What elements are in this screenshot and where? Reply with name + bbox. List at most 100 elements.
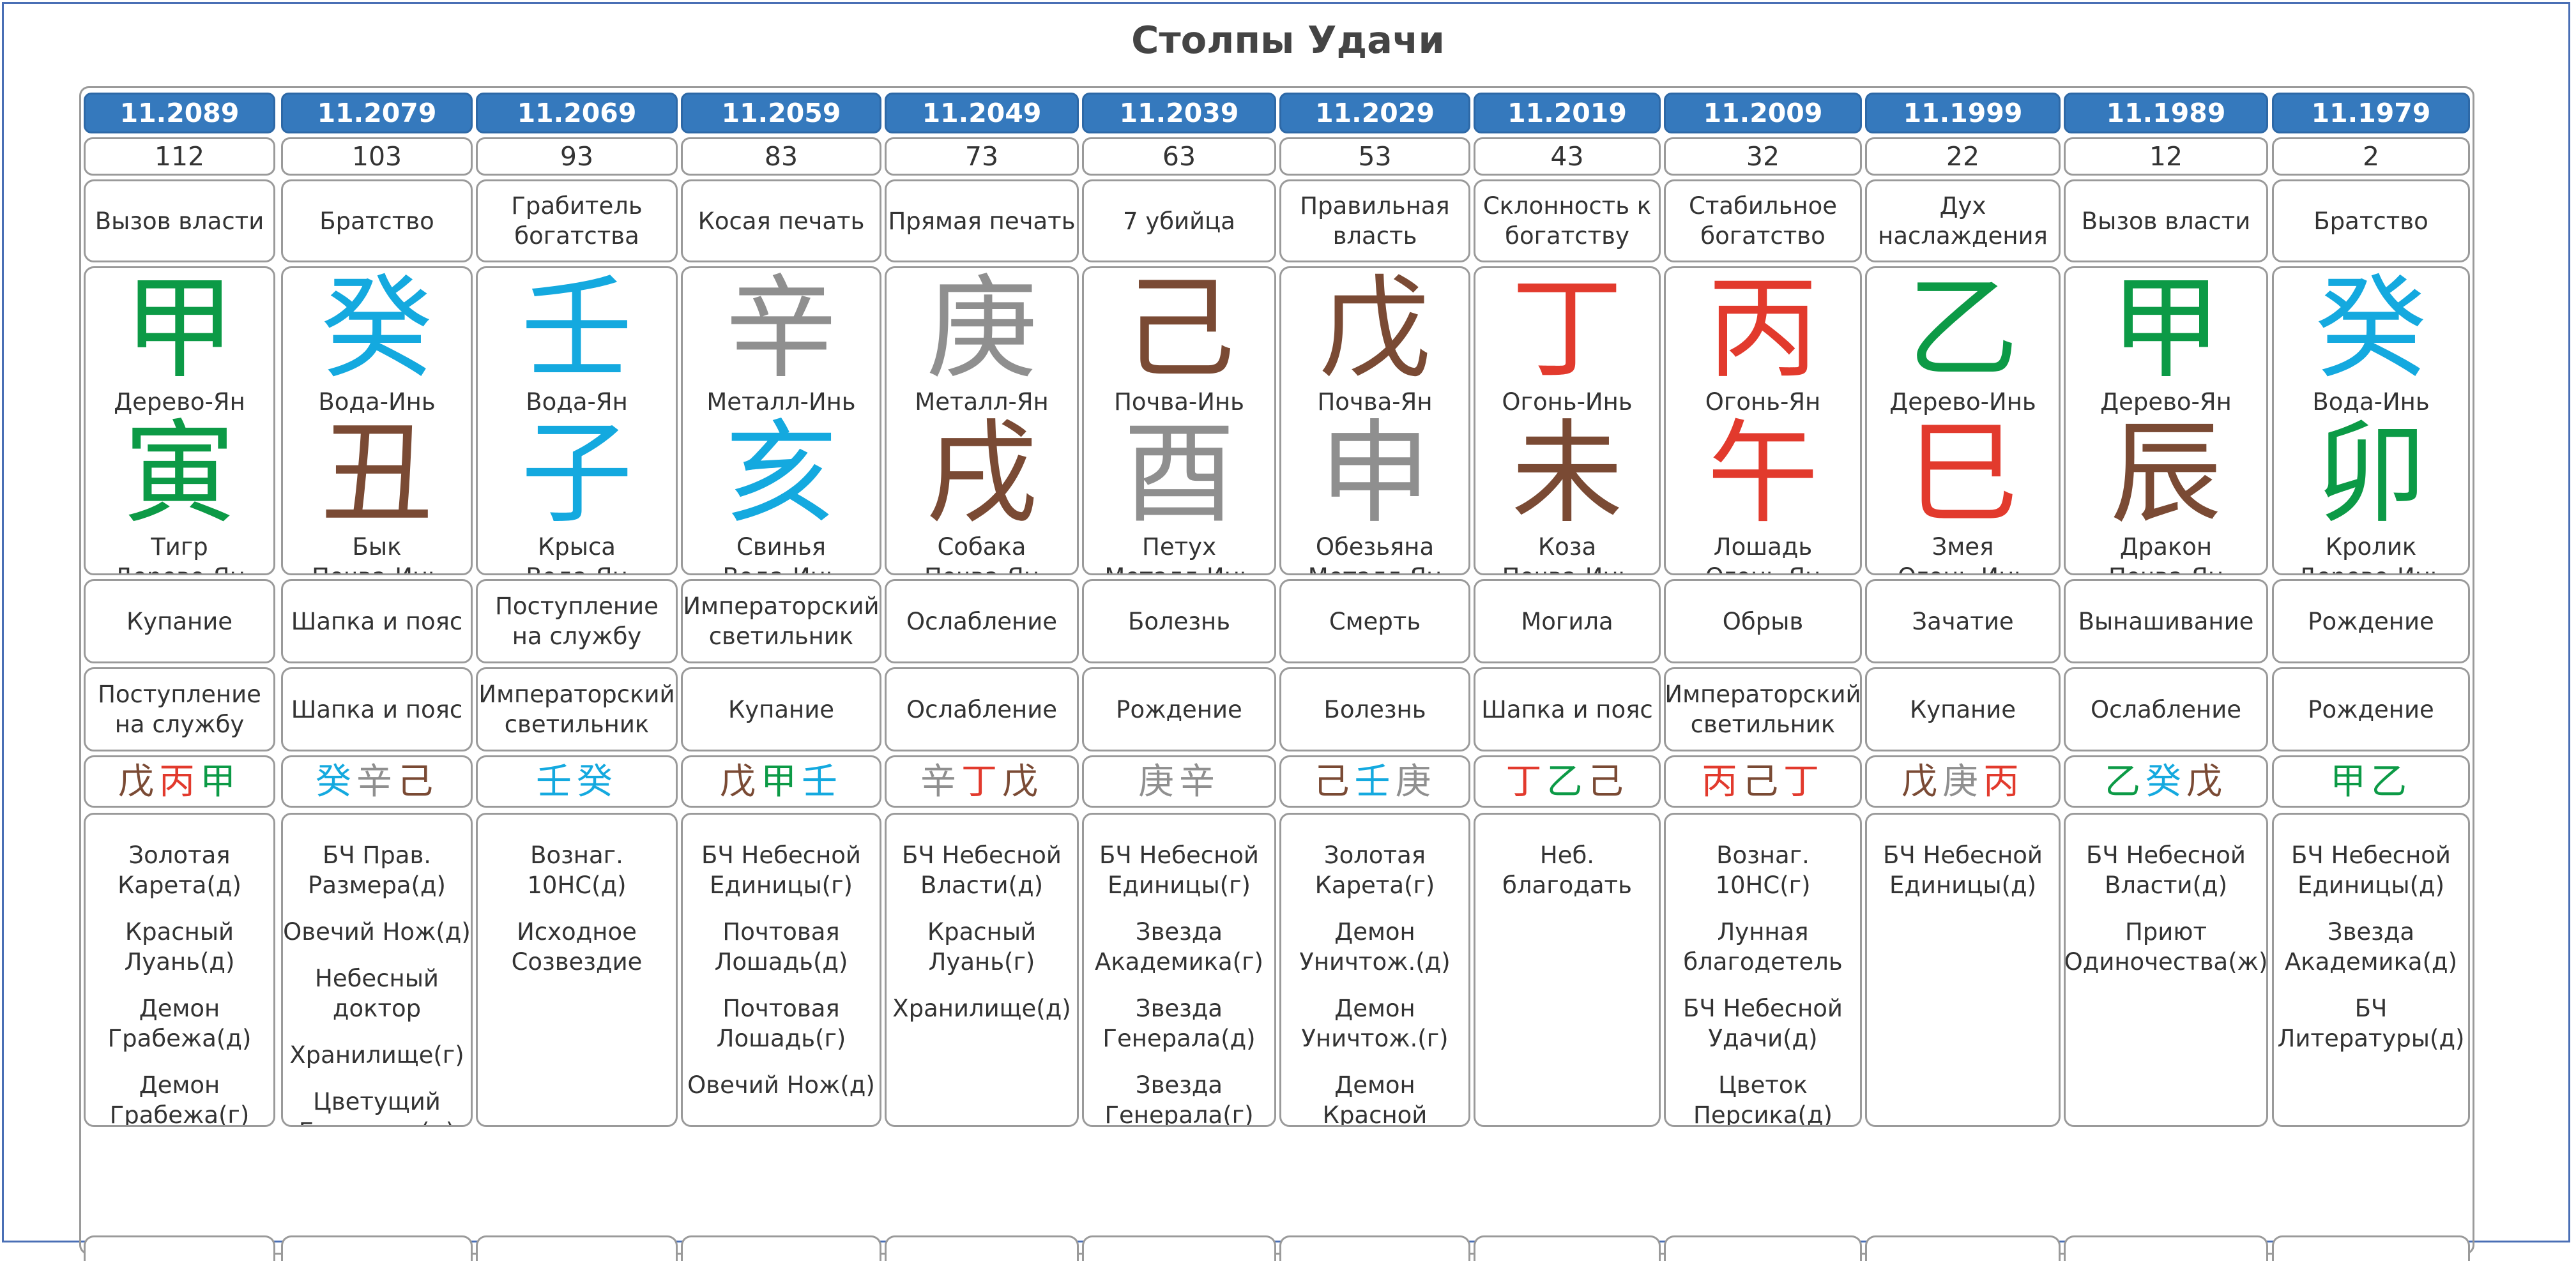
life-stage-cell: Болезнь	[1082, 579, 1276, 663]
hidden-stem-glyph: 甲	[2330, 760, 2371, 803]
hidden-stem-glyph: 庚	[1395, 760, 1437, 803]
hidden-stem-glyph: 丙	[159, 760, 200, 803]
pillar-column: 11.2009 32 Стабильное богатство 丙 Огонь-Ян 午 Л…	[1664, 93, 1862, 1261]
symbolic-star-label: Демон Уничтож.(д)	[1299, 918, 1451, 976]
life-stage-label: Смерть	[1329, 607, 1421, 635]
heavenly-stem-glyph: 辛	[725, 266, 837, 394]
pillar-column: 11.2059 83 Косая печать 辛Металл-Инь亥СвиньяВ…	[681, 93, 881, 1261]
heavenly-stem-glyph: 甲	[123, 266, 236, 394]
hidden-stem-glyph: 甲	[200, 760, 241, 803]
life-stage-cell: Рождение	[2272, 667, 2470, 751]
pillar-age: 2	[2272, 137, 2470, 176]
pillar-age: 103	[281, 137, 473, 176]
life-stage-label: Шапка и пояс	[291, 607, 463, 635]
symbolic-star-label: Хранилище(г)	[289, 1041, 464, 1069]
pillar-age: 43	[1474, 137, 1661, 176]
symbolic-star-label: БЧ Небесной Удачи(д)	[1683, 995, 1843, 1052]
branch-animal-label: Тигр	[151, 533, 208, 561]
life-stage-cell: Поступление на службу	[84, 667, 275, 751]
branch-animal-label: Кролик	[2325, 533, 2417, 561]
symbolic-stars-cell: Золотая Карета(д) Красный Луань(д) Демон Г…	[84, 813, 275, 1127]
hidden-stem-glyph: 壬	[802, 760, 842, 803]
symbolic-stars-cell: БЧ Небесной Власти(д) Приют Одиночества(ж…	[2064, 813, 2268, 1127]
earthly-branch-glyph: 辰	[2110, 409, 2222, 539]
age-label: 32	[1746, 140, 1780, 172]
hidden-stem-glyph: 丁	[1505, 760, 1547, 803]
branch-element-label: Почва-Инь	[1502, 562, 1633, 573]
ten-god-label: Братство	[2313, 207, 2428, 235]
life-stage-label: Вынашивание	[2078, 607, 2254, 635]
hidden-stem-glyph: 戊	[1902, 760, 1942, 803]
ten-god-label: Дух наслаждения	[1878, 192, 2048, 250]
pillar-date: 11.1999	[1865, 93, 2061, 133]
hidden-stem-glyph: 己	[1313, 760, 1355, 803]
life-stage-cell: Ослабление	[885, 667, 1079, 751]
heavenly-stem-glyph: 丁	[1511, 266, 1623, 394]
next-row-cell	[84, 1235, 275, 1261]
date-label: 11.1999	[1903, 97, 2023, 128]
symbolic-stars-cell: БЧ Прав. Размера(д) Овечий Нож(д) Небесный…	[281, 813, 473, 1127]
symbolic-stars-cell: БЧ Небесной Единицы(г) Почтовая Лошадь(д)…	[681, 813, 881, 1127]
pillar-column: 11.2079 103 Братство 癸Вода-Инь丑БыкПочва-Инь…	[281, 93, 473, 1261]
life-stage-label: Поступление на службу	[98, 681, 261, 738]
symbolic-star-label: БЧ Небесной Единицы(д)	[2291, 842, 2451, 899]
next-row-cell	[281, 1235, 473, 1261]
life-stage-label: Купание	[1909, 695, 2016, 723]
symbolic-star-label: БЧ Небесной Власти(д)	[902, 842, 1062, 899]
symbolic-star-label: Демон Уничтож.(г)	[1301, 995, 1449, 1052]
pillar-date: 11.1989	[2064, 93, 2268, 133]
branch-animal-label: Дракон	[2119, 533, 2213, 561]
stem-branch-cell: 己Почва-Инь酉ПетухМеталл-Инь	[1082, 266, 1276, 575]
branch-animal-label: Коза	[1537, 533, 1597, 561]
life-stage-label: Императорский светильник	[683, 593, 880, 650]
pillar-age: 32	[1664, 137, 1862, 176]
symbolic-stars-cell: Золотая Карета(г) Демон Уничтож.(д) Демон …	[1279, 813, 1470, 1127]
symbolic-star-label: Золотая Карета(г)	[1315, 842, 1435, 899]
earthly-branch-glyph: 卯	[2315, 409, 2427, 539]
stem-branch-cell: 甲Дерево-Ян寅ТигрДерево-Ян	[84, 266, 275, 575]
age-label: 53	[1358, 140, 1392, 172]
pillar-date: 11.2009	[1664, 93, 1862, 133]
stem-branch-cell: 乙Дерево-Инь巳ЗмеяОгонь-Инь	[1865, 266, 2061, 575]
ten-god-label: Грабитель богатства	[511, 192, 643, 250]
date-label: 11.1979	[2311, 97, 2431, 128]
branch-animal-label: Змея	[1932, 533, 1994, 561]
pillar-date: 11.2039	[1082, 93, 1276, 133]
hidden-stem-glyph: 壬	[536, 760, 577, 803]
date-label: 11.2039	[1119, 97, 1239, 128]
date-label: 11.2069	[517, 97, 637, 128]
hidden-stem-glyph: 甲	[761, 760, 802, 803]
pillar-date: 11.2029	[1279, 93, 1470, 133]
branch-element-label: Дерево-Инь	[2298, 562, 2444, 573]
age-label: 83	[764, 140, 798, 172]
hidden-stem-glyph: 丙	[1983, 760, 2024, 803]
hidden-stems-cell: 壬癸	[476, 755, 678, 808]
hidden-stem-glyph: 乙	[2105, 760, 2145, 803]
stem-branch-cell: 甲Дерево-Ян辰ДраконПочва-Ян	[2064, 266, 2268, 575]
symbolic-star-label: Небесный доктор	[315, 965, 439, 1022]
branch-element-label: Металл-Инь	[1104, 562, 1253, 573]
symbolic-star-label: Лунная благодетель	[1683, 918, 1843, 976]
pillar-age: 112	[84, 137, 275, 176]
heavenly-stem-glyph: 庚	[926, 266, 1038, 394]
ten-god-cell: Стабильное богатство	[1664, 179, 1862, 262]
date-label: 11.2049	[922, 97, 1042, 128]
earthly-branch-glyph: 亥	[725, 409, 837, 539]
hidden-stem-glyph: 己	[397, 760, 438, 803]
symbolic-star-label: Цветущий Балдахин(д)	[299, 1088, 455, 1125]
hidden-stem-glyph: 辛	[920, 760, 961, 803]
life-stage-label: Шапка и пояс	[1481, 695, 1653, 723]
date-label: 11.2059	[721, 97, 841, 128]
symbolic-star-label: Золотая Карета(д)	[118, 842, 241, 899]
branch-animal-label: Обезьяна	[1315, 533, 1435, 561]
hidden-stem-glyph: 丁	[1783, 760, 1824, 803]
life-stage-cell: Императорский светильник	[681, 579, 881, 663]
hidden-stem-glyph: 己	[1587, 760, 1629, 803]
ten-god-label: Прямая печать	[888, 207, 1076, 235]
hidden-stem-glyph: 癸	[316, 760, 356, 803]
hidden-stems-cell: 乙癸戊	[2064, 755, 2268, 808]
hidden-stem-glyph: 乙	[2371, 760, 2412, 803]
next-row-cell	[2272, 1235, 2470, 1261]
symbolic-stars-cell: Вознаг. 10НС(д) Исходное Созвездие	[476, 813, 678, 1127]
hidden-stem-glyph: 癸	[577, 760, 618, 803]
